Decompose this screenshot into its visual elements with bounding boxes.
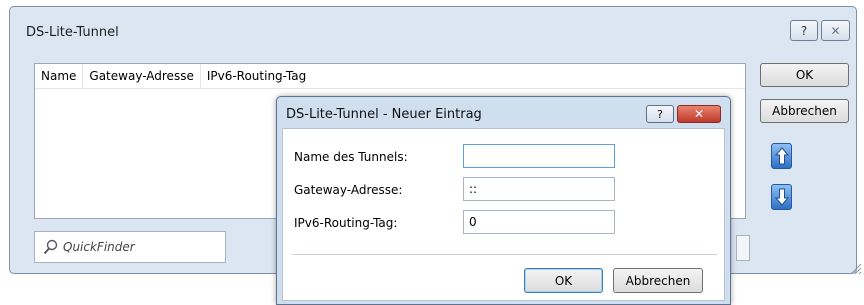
dialog-title: DS-Lite-Tunnel - Neuer Eintrag [286,107,482,122]
routing-tag-field[interactable]: 0 [463,210,615,234]
tunnel-name-label: Name des Tunnels: [294,150,408,164]
window-title: DS-Lite-Tunnel [26,25,119,40]
hidden-field-edge [736,235,750,261]
gateway-address-field[interactable]: :: [463,177,615,201]
quickfinder-input[interactable]: QuickFinder [34,231,226,263]
search-icon [43,239,58,255]
move-down-button[interactable] [771,184,792,210]
dialog-help-button[interactable]: ? [646,105,674,123]
close-icon: ✕ [693,107,705,121]
ok-button[interactable]: OK [760,63,849,87]
dialog-ok-button[interactable]: OK [524,268,603,293]
column-header-name[interactable]: Name [35,64,84,88]
cancel-button[interactable]: Abbrechen [760,99,849,123]
table-header: Name Gateway-Adresse IPv6-Routing-Tag [35,64,745,89]
tunnel-name-field[interactable] [463,144,615,168]
close-button[interactable]: ✕ [821,20,850,41]
help-button[interactable]: ? [790,20,818,41]
dialog-close-button[interactable]: ✕ [677,105,721,123]
quickfinder-placeholder: QuickFinder [63,240,135,254]
new-entry-dialog: DS-Lite-Tunnel - Neuer Eintrag ? ✕ Name … [276,96,731,305]
dialog-body: Name des Tunnels: Gateway-Adresse: :: IP… [282,128,725,301]
column-header-routing-tag[interactable]: IPv6-Routing-Tag [201,64,312,88]
divider [292,254,717,255]
help-icon: ? [800,23,808,38]
resize-grip-icon[interactable] [848,261,862,275]
help-icon: ? [657,107,663,121]
routing-tag-label: IPv6-Routing-Tag: [294,216,398,230]
arrow-down-icon [774,188,789,206]
gateway-address-label: Gateway-Adresse: [294,183,403,197]
arrow-up-icon [774,147,789,165]
move-up-button[interactable] [771,143,792,169]
dialog-cancel-button[interactable]: Abbrechen [613,268,703,293]
column-header-gateway[interactable]: Gateway-Adresse [83,64,201,88]
close-icon: ✕ [830,23,841,38]
